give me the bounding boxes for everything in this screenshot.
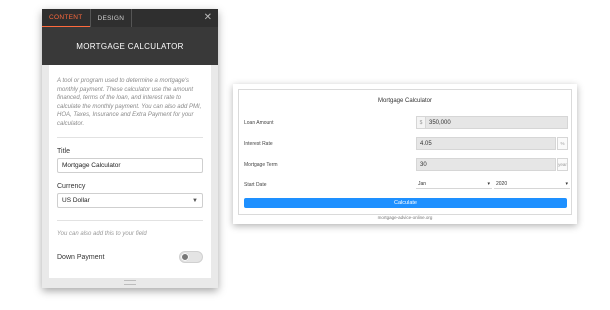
years-suffix: year — [557, 158, 568, 171]
divider — [57, 137, 203, 138]
interest-rate-value: 4.05 — [420, 140, 432, 147]
calculator-preview: Mortgage Calculator Loan Amount $ 350,00… — [233, 84, 577, 224]
tab-content[interactable]: CONTENT — [42, 9, 90, 27]
down-payment-row: Down Payment — [57, 251, 203, 263]
panel-body: A tool or program used to determine a mo… — [49, 65, 211, 278]
title-label: Title — [57, 148, 70, 155]
tab-design[interactable]: DESIGN — [89, 9, 133, 27]
title-input-value: Mortgage Calculator — [62, 162, 121, 169]
panel-tabs: CONTENT DESIGN ✕ — [42, 9, 218, 27]
dollar-icon: $ — [417, 117, 426, 128]
percent-suffix: % — [557, 137, 568, 150]
start-month-value: Jan — [418, 181, 427, 187]
panel-title: MORTGAGE CALCULATOR — [42, 27, 218, 65]
currency-select[interactable]: US Dollar ▼ — [57, 193, 203, 208]
interest-rate-input[interactable]: 4.05 — [416, 137, 556, 150]
add-field-note: You can also add this to your field — [57, 231, 147, 237]
start-year-select[interactable]: 2020 ▾ — [494, 180, 570, 189]
start-month-select[interactable]: Jan ▾ — [416, 180, 492, 189]
mortgage-term-label: Mortgage Term — [244, 161, 278, 168]
loan-amount-value: 350,000 — [429, 119, 451, 126]
start-date-label: Start Date — [244, 181, 267, 188]
site-footer: mortgage-advice-online.org — [377, 215, 433, 220]
title-input[interactable]: Mortgage Calculator — [57, 158, 203, 173]
loan-amount-label: Loan Amount — [244, 119, 274, 126]
currency-select-value: US Dollar — [62, 197, 90, 204]
start-year-value: 2020 — [496, 181, 508, 187]
start-date-row: Start Date Jan ▾ 2020 ▾ — [244, 178, 570, 191]
calculator-title: Mortgage Calculator — [377, 98, 433, 104]
calculate-button[interactable]: Calculate — [244, 198, 567, 208]
mortgage-term-value: 30 — [420, 161, 427, 168]
down-payment-label: Down Payment — [57, 253, 105, 261]
widget-description: A tool or program used to determine a mo… — [57, 78, 202, 127]
resize-grip-icon[interactable] — [124, 280, 136, 285]
calculator-widget: Mortgage Calculator Loan Amount $ 350,00… — [238, 89, 572, 215]
interest-rate-label: Interest Rate — [244, 140, 273, 147]
toggle-knob — [181, 253, 189, 261]
divider — [57, 220, 203, 221]
close-icon[interactable]: ✕ — [204, 12, 212, 24]
chevron-down-icon: ▾ — [565, 181, 568, 187]
interest-rate-row: Interest Rate 4.05 % — [244, 137, 568, 150]
mortgage-term-row: Mortgage Term 30 year — [244, 158, 568, 171]
loan-amount-row: Loan Amount $ 350,000 — [244, 116, 568, 129]
down-payment-toggle[interactable] — [179, 251, 203, 263]
mortgage-term-input[interactable]: 30 — [416, 158, 556, 171]
loan-amount-input[interactable]: $ 350,000 — [416, 116, 568, 129]
chevron-down-icon: ▼ — [192, 197, 198, 204]
currency-label: Currency — [57, 183, 86, 190]
editor-panel: CONTENT DESIGN ✕ MORTGAGE CALCULATOR A t… — [42, 9, 218, 288]
chevron-down-icon: ▾ — [487, 181, 490, 187]
